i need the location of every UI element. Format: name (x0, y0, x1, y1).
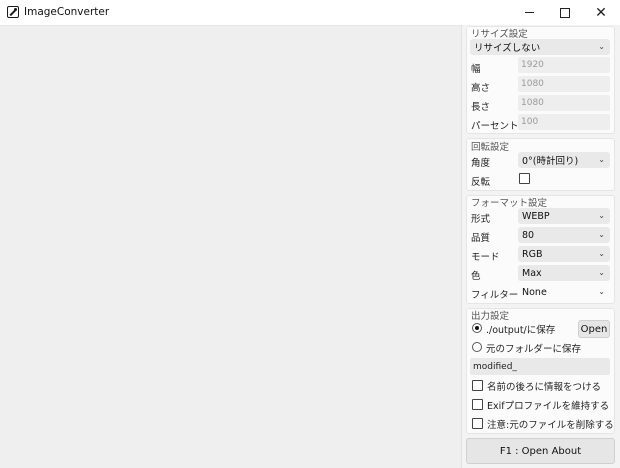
chevron-down-icon: ⌄ (598, 211, 605, 220)
panel-divider (461, 25, 462, 468)
quality-label: 品質 (471, 233, 491, 244)
angle-select[interactable]: 0°(時計回り) ⌄ (518, 152, 610, 168)
length-field[interactable]: 1080 (518, 95, 610, 111)
quality-select[interactable]: 80 ⌄ (518, 227, 610, 243)
filter-label: フィルター (471, 290, 519, 301)
color-label: 色 (471, 271, 481, 282)
mode-value: RGB (522, 248, 543, 260)
chevron-down-icon: ⌄ (598, 249, 605, 258)
resize-mode-value: リサイズしない (474, 43, 541, 54)
output-settings-title: 出力設定 (471, 311, 510, 322)
chevron-down-icon: ⌄ (598, 230, 605, 239)
maximize-icon (560, 7, 570, 18)
height-field[interactable]: 1080 (518, 76, 610, 92)
minimize-button[interactable] (512, 0, 546, 25)
save-to-source-label: 元のフォルダーに保存 (486, 344, 582, 355)
length-label: 長さ (471, 102, 491, 113)
window-title: ImageConverter (24, 6, 110, 18)
percent-label: パーセント (471, 121, 519, 132)
close-button[interactable]: ✕ (584, 0, 618, 25)
filename-prefix-input[interactable]: modified_ (470, 358, 610, 375)
rotate-settings-title: 回転設定 (471, 142, 510, 153)
format-settings-title: フォーマット設定 (471, 198, 548, 209)
append-info-label: 名前の後ろに情報をつける (487, 382, 602, 393)
save-to-output-radio[interactable] (472, 323, 482, 333)
filter-value: None (522, 286, 547, 298)
app-image-icon (7, 6, 19, 18)
height-label: 高さ (471, 83, 491, 94)
chevron-down-icon: ⌄ (598, 155, 605, 164)
maximize-button[interactable] (548, 0, 582, 25)
append-info-checkbox[interactable] (472, 380, 483, 391)
open-button[interactable]: Open (578, 320, 610, 338)
chevron-down-icon: ⌄ (598, 42, 605, 51)
image-preview-area[interactable] (0, 25, 461, 468)
minimize-icon (524, 12, 534, 13)
save-to-output-label: ./output/に保存 (486, 325, 556, 336)
color-value: Max (522, 267, 542, 279)
width-label: 幅 (471, 64, 481, 75)
angle-value: 0°(時計回り) (522, 156, 579, 167)
keep-exif-label: Exifプロファイルを維持する (487, 401, 610, 412)
keep-exif-checkbox[interactable] (472, 399, 483, 410)
resize-mode-select[interactable]: リサイズしない ⌄ (470, 39, 610, 55)
resize-settings-title: リサイズ設定 (471, 29, 528, 40)
filter-select[interactable]: None ⌄ (518, 284, 610, 300)
width-field[interactable]: 1920 (518, 57, 610, 73)
flip-checkbox[interactable] (519, 173, 530, 184)
chevron-down-icon: ⌄ (598, 287, 605, 296)
percent-field[interactable]: 100 (518, 114, 610, 130)
mode-select[interactable]: RGB ⌄ (518, 246, 610, 262)
delete-original-checkbox[interactable] (472, 418, 483, 429)
format-label: 形式 (471, 214, 491, 225)
open-about-button[interactable]: F1 : Open About (466, 438, 615, 464)
format-value: WEBP (522, 210, 550, 222)
mode-label: モード (471, 252, 500, 263)
format-select[interactable]: WEBP ⌄ (518, 208, 610, 224)
chevron-down-icon: ⌄ (598, 268, 605, 277)
quality-value: 80 (522, 229, 535, 241)
flip-label: 反転 (471, 177, 491, 188)
color-select[interactable]: Max ⌄ (518, 265, 610, 281)
delete-original-label: 注意:元のファイルを削除する (487, 420, 614, 431)
angle-label: 角度 (471, 158, 491, 169)
save-to-source-radio[interactable] (472, 342, 482, 352)
